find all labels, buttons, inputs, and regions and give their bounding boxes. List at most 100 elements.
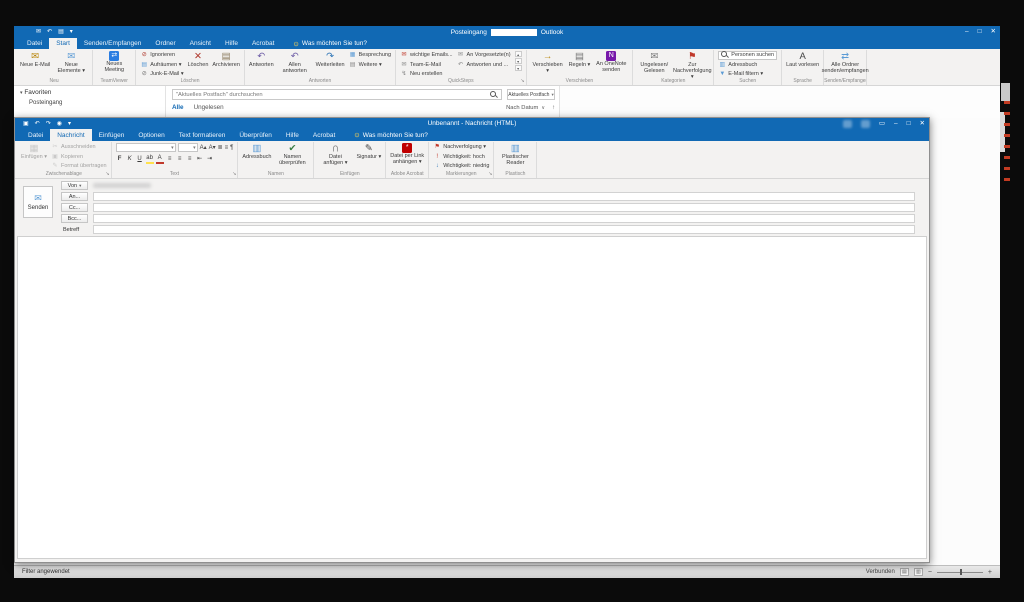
search-scope-dropdown[interactable]: Aktuelles Postfach ▾: [507, 89, 555, 100]
button-einfügen[interactable]: ▦Einfügen ▾: [21, 143, 47, 160]
main-tab-hilfe[interactable]: Hilfe: [218, 38, 245, 49]
numbering-icon[interactable]: ≡: [225, 144, 229, 152]
ribbon-options-icon[interactable]: ▭: [879, 120, 885, 128]
tell-me-box[interactable]: ⊙ Was möchten Sie tun?: [354, 129, 428, 141]
shrink-font-icon[interactable]: A▾: [209, 144, 216, 152]
button-team-e-mail[interactable]: ✉Team-E-Mail: [400, 61, 453, 70]
compose-tab-überprüfen[interactable]: Überprüfen: [232, 129, 279, 141]
button-neue-e-mail[interactable]: ✉Neue E-Mail: [20, 51, 50, 68]
button-wichtigkeit-hoch[interactable]: !Wichtigkeit: hoch: [433, 153, 489, 162]
font-color-button[interactable]: A: [156, 154, 164, 164]
dialog-launcher-icon[interactable]: ↘: [232, 172, 236, 177]
compose-tab-nachricht[interactable]: Nachricht: [50, 129, 91, 141]
to-button[interactable]: An...: [61, 192, 88, 201]
button-an-vorgesetzte-n[interactable]: ✉An Vorgesetzte(n): [457, 51, 511, 60]
button-ungelesen-gelesen[interactable]: ✉Ungelesen/ Gelesen: [637, 51, 671, 74]
main-tab-ordner[interactable]: Ordner: [148, 38, 182, 49]
font-size-dropdown[interactable]: ▾: [178, 143, 198, 152]
button-archivieren[interactable]: ▤Archivieren: [212, 51, 240, 68]
compose-tab-hilfe[interactable]: Hilfe: [279, 129, 306, 141]
button-an-onenote-senden[interactable]: NAn OneNote senden: [594, 51, 628, 73]
sidebar-item-inbox[interactable]: Posteingang: [20, 100, 165, 106]
bcc-input[interactable]: [93, 214, 915, 223]
caret-up-icon[interactable]: ▴: [515, 51, 522, 57]
button-aufräumen[interactable]: ▤Aufräumen ▾: [140, 61, 183, 70]
tell-me-box[interactable]: ⊙ Was möchten Sie tun?: [293, 38, 367, 49]
favorites-header[interactable]: ▾ Favoriten: [20, 89, 165, 96]
button-antworten-und[interactable]: ↶Antworten und ...: [457, 61, 511, 70]
grow-font-icon[interactable]: A▴: [200, 144, 207, 152]
button-neues-meeting[interactable]: ⇄Neues Meeting: [97, 51, 131, 73]
minimize-icon[interactable]: –: [965, 28, 969, 36]
cc-input[interactable]: [93, 203, 915, 212]
minimize-icon[interactable]: –: [894, 120, 898, 128]
underline-button[interactable]: U: [136, 155, 144, 163]
button-namen-überprüfen[interactable]: ✔Namen überprüfen: [275, 143, 309, 166]
italic-button[interactable]: K: [126, 155, 134, 163]
close-icon[interactable]: ✕: [920, 120, 925, 128]
zoom-slider-thumb[interactable]: [960, 569, 962, 575]
bullets-icon[interactable]: ≣: [218, 144, 223, 152]
button-wichtigkeit-niedrig[interactable]: ↓Wichtigkeit: niedrig: [433, 162, 489, 171]
button-alle-ordner-senden-empfangen[interactable]: ⇄Alle Ordner senden/empfangen: [828, 51, 862, 74]
button-adressbuch[interactable]: ▥Adressbuch: [718, 61, 777, 70]
caret-down-icon[interactable]: ▾: [515, 58, 522, 64]
button-datei-per-link-anhängen[interactable]: *Datei per Link anhängen ▾: [390, 143, 424, 165]
button-wichtige-emails[interactable]: ✉wichtige Emails...: [400, 51, 453, 60]
dialog-launcher-icon[interactable]: ↘: [520, 79, 524, 84]
button-verschieben[interactable]: →Verschieben ▾: [531, 51, 565, 74]
button-kopieren[interactable]: ▣Kopieren: [51, 153, 107, 162]
main-tab-start[interactable]: Start: [49, 38, 77, 49]
maximize-icon[interactable]: □: [907, 120, 911, 128]
button-ignorieren[interactable]: ⊘Ignorieren: [140, 51, 183, 60]
button-plastischer-reader[interactable]: ▥Plastischer Reader: [498, 143, 532, 166]
from-button[interactable]: Von ▾: [61, 181, 88, 190]
dialog-launcher-icon[interactable]: ↘: [105, 172, 109, 177]
search-input[interactable]: "Aktuelles Postfach" durchsuchen: [172, 89, 502, 100]
decrease-indent-button[interactable]: ⇤: [196, 155, 204, 163]
button-besprechung[interactable]: ▦Besprechung: [349, 51, 391, 60]
compose-tab-datei[interactable]: Datei: [21, 129, 50, 141]
caret-down-icon[interactable]: ▾: [515, 65, 522, 71]
button-neue-elemente[interactable]: ✉Neue Elemente ▾: [54, 51, 88, 74]
to-input[interactable]: [93, 192, 915, 201]
compose-tab-optionen[interactable]: Optionen: [131, 129, 171, 141]
button-laut-vorlesen[interactable]: ALaut vorlesen: [786, 51, 819, 68]
main-tab-senden-empfangen[interactable]: Senden/Empfangen: [77, 38, 148, 49]
bold-button[interactable]: F: [116, 155, 124, 163]
zoom-slider[interactable]: [937, 572, 983, 573]
button-ausschneiden[interactable]: ✂Ausschneiden: [51, 143, 107, 152]
styles-icon[interactable]: ¶: [230, 144, 233, 152]
cc-button[interactable]: Cc...: [61, 203, 88, 212]
send-button[interactable]: ✉ Senden: [23, 186, 53, 218]
filter-tab-all[interactable]: Alle: [172, 104, 184, 111]
align-left-button[interactable]: ≡: [166, 155, 174, 163]
zoom-in-button[interactable]: +: [988, 569, 992, 576]
increase-indent-button[interactable]: ⇥: [206, 155, 214, 163]
button-zur-nachverfolgung[interactable]: ⚑Zur Nachverfolgung ▾: [675, 51, 709, 80]
button-personen-suchen[interactable]: Personen suchen: [718, 51, 777, 60]
compose-tab-acrobat[interactable]: Acrobat: [306, 129, 342, 141]
subject-input[interactable]: [93, 225, 915, 234]
message-body-editor[interactable]: [17, 236, 927, 559]
compose-tab-text-formatieren[interactable]: Text formatieren: [172, 129, 233, 141]
button-antworten[interactable]: ↶Antworten: [249, 51, 274, 68]
sort-direction-icon[interactable]: ↑: [552, 105, 555, 111]
compose-tab-einfügen[interactable]: Einfügen: [92, 129, 132, 141]
align-right-button[interactable]: ≡: [186, 155, 194, 163]
close-icon[interactable]: ✕: [991, 28, 996, 36]
button-regeln[interactable]: ▤Regeln ▾: [569, 51, 591, 68]
font-name-dropdown[interactable]: ▾: [116, 143, 176, 152]
view-normal-button[interactable]: ▤: [900, 568, 909, 576]
button-allen-antworten[interactable]: ↶Allen antworten: [278, 51, 312, 74]
button-weiterleiten[interactable]: ↷Weiterleiten: [316, 51, 345, 68]
view-reading-button[interactable]: ▥: [914, 568, 923, 576]
button-signatur[interactable]: ✎Signatur ▾: [356, 143, 381, 160]
sort-dropdown[interactable]: Nach Datum ∨ ↑: [506, 105, 555, 111]
main-tab-ansicht[interactable]: Ansicht: [183, 38, 218, 49]
button-löschen[interactable]: ✕Löschen: [188, 51, 209, 68]
zoom-out-button[interactable]: −: [928, 569, 932, 576]
button-format-übertragen[interactable]: ✎Format übertragen: [51, 162, 107, 171]
bcc-button[interactable]: Bcc...: [61, 214, 88, 223]
dialog-launcher-icon[interactable]: ↘: [488, 172, 492, 177]
